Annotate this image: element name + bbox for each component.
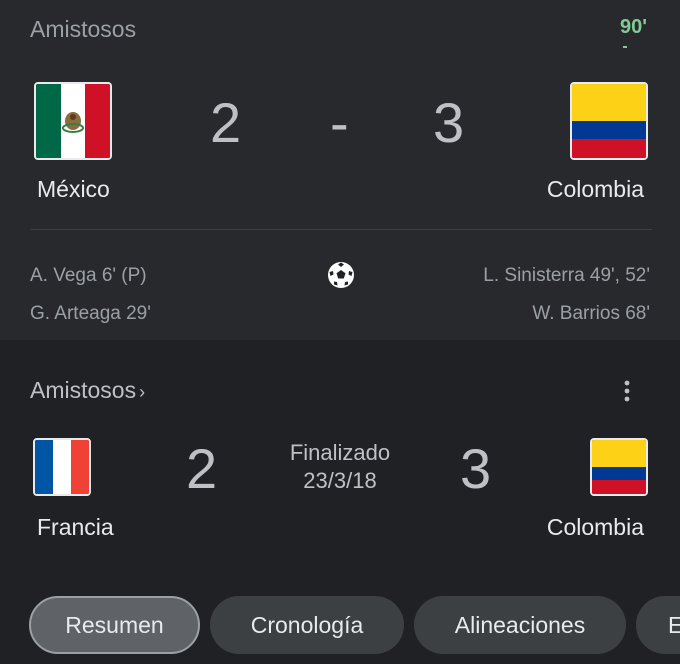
- match-date: 23/3/18: [303, 468, 377, 493]
- away-score: 3: [433, 91, 465, 154]
- past-away-score: 3: [460, 437, 492, 500]
- past-competition-link[interactable]: Amistosos ›: [30, 377, 145, 404]
- colombia-flag-icon: [590, 438, 648, 496]
- live-match-card[interactable]: [0, 0, 680, 340]
- home-scorer-2: G. Arteaga 29': [30, 303, 151, 324]
- chevron-right-icon: ›: [139, 382, 146, 402]
- match-minute: 90': [620, 16, 648, 38]
- france-flag-icon: [33, 438, 91, 496]
- tab-cronologia[interactable]: Cronología: [210, 596, 404, 654]
- away-team-name[interactable]: Colombia: [547, 176, 644, 203]
- score-separator: -: [330, 91, 349, 154]
- tab-resumen[interactable]: Resumen: [29, 596, 200, 654]
- divider: [30, 229, 652, 230]
- home-team-name[interactable]: México: [37, 176, 110, 203]
- mexico-flag-icon: [34, 82, 112, 160]
- tab-estadisticas-partial[interactable]: E: [636, 596, 680, 654]
- match-status: Finalizado: [289, 440, 391, 465]
- past-home-score: 2: [186, 437, 218, 500]
- live-indicator: [623, 46, 627, 48]
- soccer-ball-icon: [328, 262, 354, 288]
- competition-title: Amistosos: [30, 16, 137, 42]
- away-scorer-1: L. Sinisterra 49', 52': [483, 265, 650, 286]
- away-scorer-2: W. Barrios 68': [532, 303, 650, 324]
- colombia-flag-icon: [570, 82, 648, 160]
- past-competition-title: Amistosos: [30, 377, 137, 403]
- past-home-team-name[interactable]: Francia: [37, 514, 114, 541]
- more-vert-icon[interactable]: [617, 378, 637, 406]
- home-score: 2: [210, 91, 242, 154]
- past-away-team-name[interactable]: Colombia: [547, 514, 644, 541]
- tab-alineaciones[interactable]: Alineaciones: [414, 596, 626, 654]
- home-scorer-1: A. Vega 6' (P): [30, 265, 147, 286]
